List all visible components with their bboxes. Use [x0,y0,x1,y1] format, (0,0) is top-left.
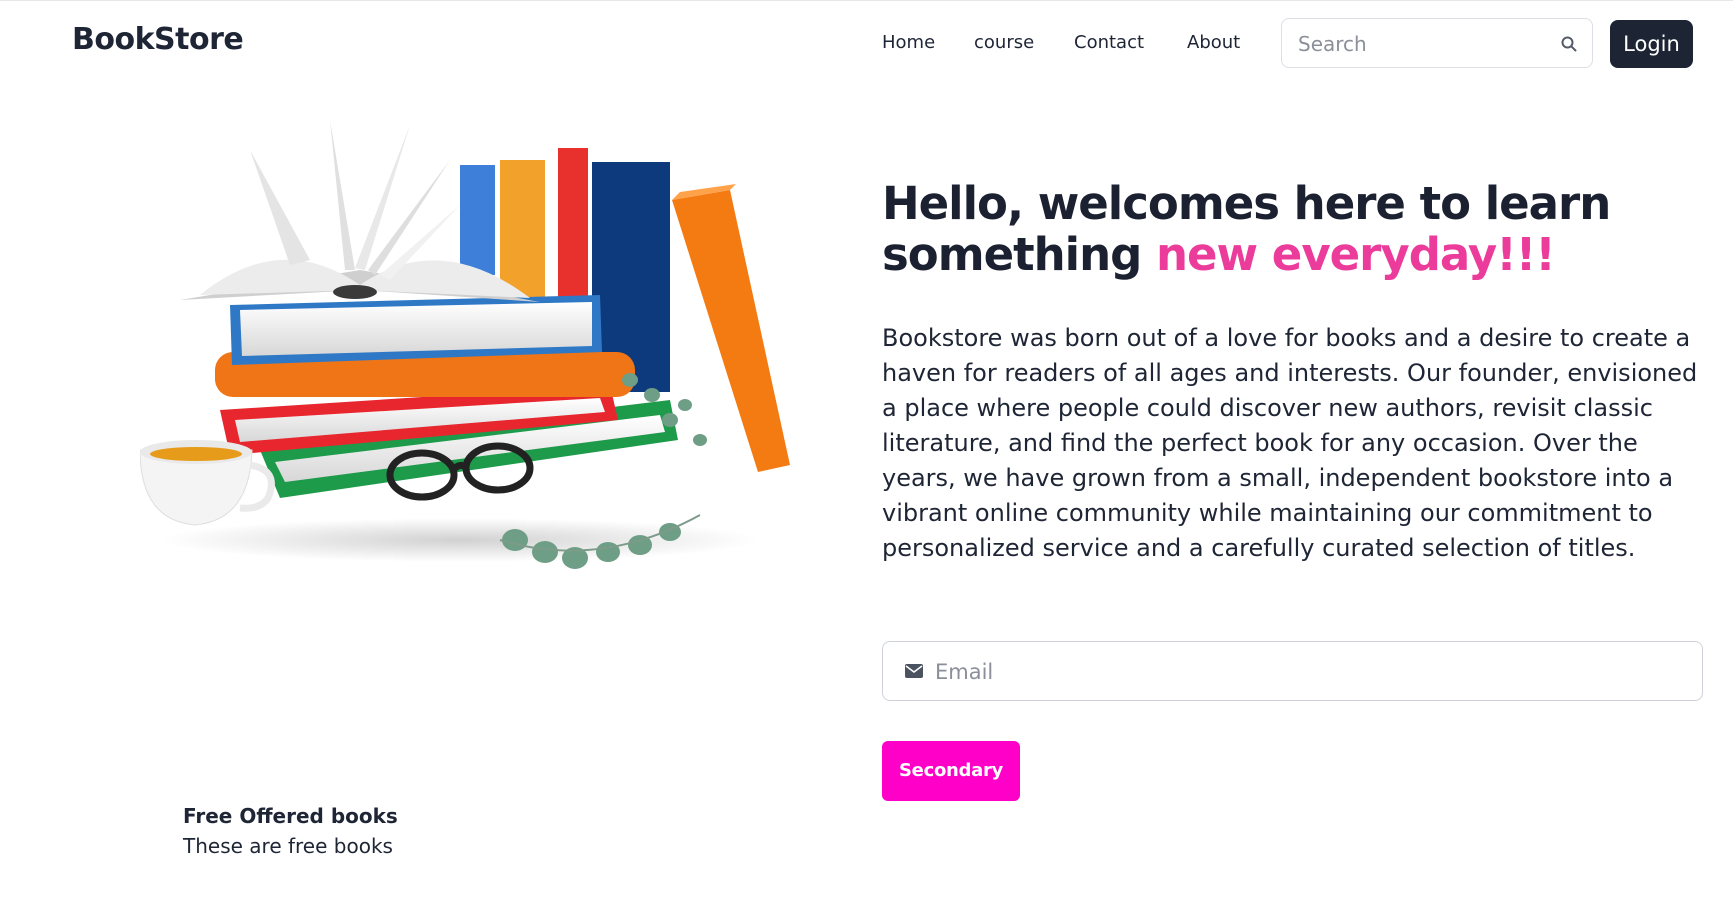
nav-contact[interactable]: Contact [1074,32,1144,53]
navbar: BookStore Home course Contact About Logi… [0,0,1733,88]
nav-home[interactable]: Home [882,32,935,53]
search-input[interactable] [1296,27,1550,61]
nav-about[interactable]: About [1187,32,1240,53]
books-illustration [140,120,790,569]
brand-logo[interactable]: BookStore [72,22,244,57]
search-box [1281,18,1593,68]
email-field-wrapper [882,641,1703,701]
hero-headline: Hello, welcomes here to learn something … [882,178,1702,280]
hero-paragraph: Bookstore was born out of a love for boo… [882,324,1698,562]
login-button[interactable]: Login [1610,20,1693,68]
nav-course[interactable]: course [974,32,1034,53]
email-input[interactable] [933,654,1677,690]
search-icon[interactable] [1560,35,1578,53]
headline-accent: new everyday!!! [1156,228,1556,281]
offer-title: Free Offered books [183,804,398,828]
offer-subtitle: These are free books [183,834,393,858]
secondary-button[interactable]: Secondary [882,741,1020,801]
envelope-icon [905,664,923,678]
